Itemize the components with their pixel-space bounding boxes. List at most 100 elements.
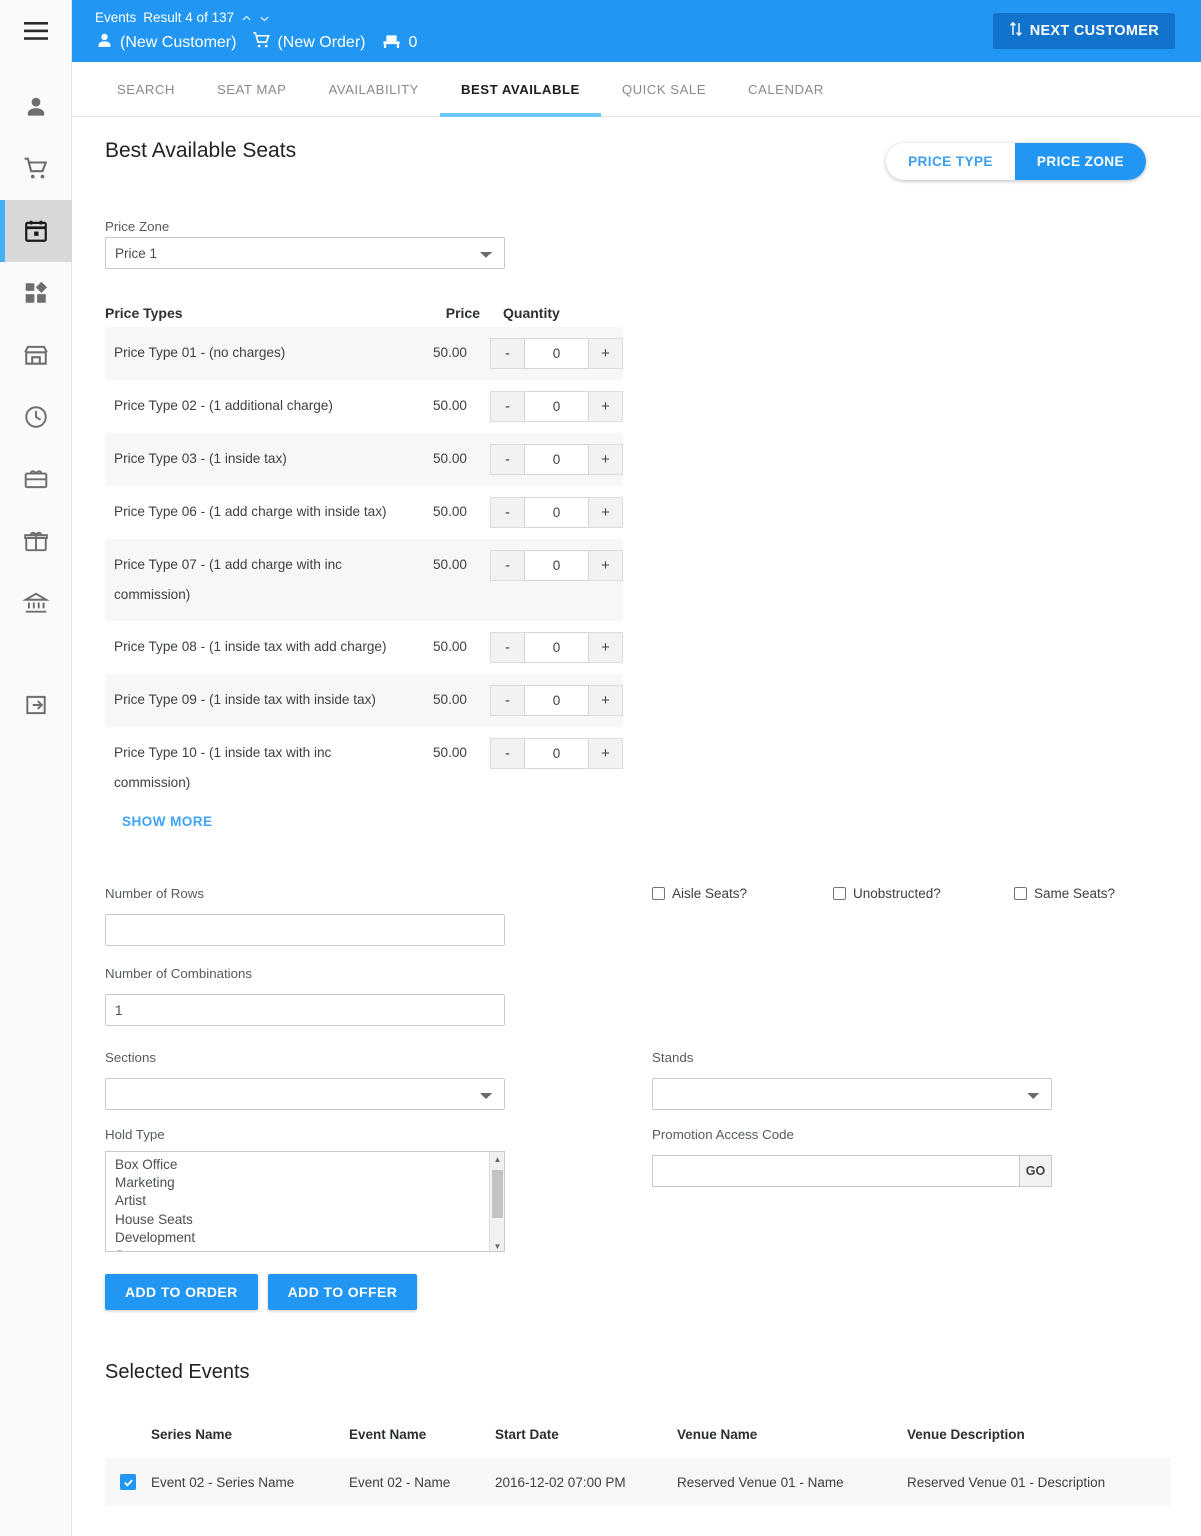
- decrement-button[interactable]: -: [490, 632, 524, 663]
- sections-select[interactable]: [105, 1078, 505, 1110]
- price-types-table: Price Types Price Quantity Price Type 01…: [105, 299, 623, 809]
- promotion-access-code-input[interactable]: [652, 1155, 1019, 1187]
- decrement-button[interactable]: -: [490, 497, 524, 528]
- table-row: Price Type 08 - (1 inside tax with add c…: [105, 621, 623, 674]
- next-result-icon[interactable]: [259, 12, 270, 23]
- cell-start-date: 2016-12-02 07:00 PM: [495, 1474, 626, 1490]
- page-title: Best Available Seats: [105, 139, 297, 162]
- calendar-icon: [23, 218, 49, 244]
- add-to-offer-button[interactable]: ADD TO OFFER: [267, 1274, 418, 1310]
- add-to-order-button[interactable]: ADD TO ORDER: [105, 1274, 258, 1310]
- hold-type-option[interactable]: Marketing: [115, 1174, 504, 1192]
- header-order[interactable]: (New Order): [252, 31, 365, 55]
- hold-type-listbox[interactable]: Box Office Marketing Artist House Seats …: [105, 1151, 505, 1252]
- same-seats-checkbox[interactable]: Same Seats?: [1014, 886, 1115, 901]
- rail-item-events[interactable]: [0, 200, 72, 262]
- rail-item-customer[interactable]: [0, 76, 72, 138]
- price-zone-select[interactable]: Price 1: [105, 237, 505, 269]
- increment-button[interactable]: +: [589, 338, 623, 369]
- rail-item-accounts[interactable]: [0, 572, 72, 634]
- table-row: Price Type 10 - (1 inside tax with inc c…: [105, 727, 623, 809]
- quantity-value[interactable]: 0: [524, 391, 589, 422]
- rail-item-logout[interactable]: [0, 674, 72, 736]
- tab-availability[interactable]: AVAILABILITY: [307, 62, 440, 116]
- dashboard-icon: [23, 280, 49, 306]
- decrement-button[interactable]: -: [490, 738, 524, 769]
- stands-select[interactable]: [652, 1078, 1052, 1110]
- quantity-value[interactable]: 0: [524, 497, 589, 528]
- increment-button[interactable]: +: [589, 391, 623, 422]
- price-type-name: Price Type 10 - (1 inside tax with inc c…: [114, 745, 332, 790]
- previous-result-icon[interactable]: [241, 12, 252, 23]
- price-type-toggle-button[interactable]: PRICE TYPE: [886, 143, 1015, 180]
- rail-item-history[interactable]: [0, 386, 72, 448]
- decrement-button[interactable]: -: [490, 444, 524, 475]
- quantity-value[interactable]: 0: [524, 632, 589, 663]
- decrement-button[interactable]: -: [490, 685, 524, 716]
- table-row: Price Type 03 - (1 inside tax) 50.00 - 0…: [105, 433, 623, 486]
- increment-button[interactable]: +: [589, 685, 623, 716]
- price-type-price: 50.00: [432, 639, 467, 654]
- price-zone-toggle-button[interactable]: PRICE ZONE: [1014, 143, 1146, 180]
- column-header-select: [105, 1427, 151, 1442]
- decrement-button[interactable]: -: [490, 391, 524, 422]
- exit-icon: [23, 692, 49, 718]
- next-customer-button[interactable]: NEXT CUSTOMER: [992, 13, 1175, 49]
- table-row: Event 02 - Series Name Event 02 - Name 2…: [105, 1458, 1171, 1506]
- increment-button[interactable]: +: [589, 550, 623, 581]
- scroll-down-icon[interactable]: ▼: [490, 1239, 504, 1251]
- decrement-button[interactable]: -: [490, 338, 524, 369]
- hold-type-option[interactable]: Artist: [115, 1192, 504, 1210]
- column-header-series-name: Series Name: [151, 1427, 233, 1442]
- rail-item-gifts[interactable]: [0, 510, 72, 572]
- increment-button[interactable]: +: [589, 497, 623, 528]
- shopping-cart-icon: [23, 156, 49, 182]
- number-of-combinations-input[interactable]: [105, 994, 505, 1026]
- quantity-value[interactable]: 0: [524, 685, 589, 716]
- menu-button[interactable]: [0, 0, 72, 62]
- clock-icon: [23, 404, 49, 430]
- quantity-value[interactable]: 0: [524, 444, 589, 475]
- rail-item-vouchers[interactable]: [0, 448, 72, 510]
- tab-calendar[interactable]: CALENDAR: [727, 62, 845, 116]
- row-select-cell: [105, 1474, 151, 1490]
- checkbox-icon: [652, 887, 665, 900]
- number-of-rows-input[interactable]: [105, 914, 505, 946]
- increment-button[interactable]: +: [589, 444, 623, 475]
- quantity-stepper: - 0 +: [467, 338, 623, 369]
- aisle-seats-checkbox[interactable]: Aisle Seats?: [652, 886, 833, 901]
- increment-button[interactable]: +: [589, 632, 623, 663]
- table-row: Price Type 02 - (1 additional charge) 50…: [105, 380, 623, 433]
- quantity-value[interactable]: 0: [524, 738, 589, 769]
- scrollbar-thumb[interactable]: [492, 1170, 503, 1218]
- quantity-value[interactable]: 0: [524, 338, 589, 369]
- decrement-button[interactable]: -: [490, 550, 524, 581]
- tab-seat-map[interactable]: SEAT MAP: [196, 62, 307, 116]
- hold-type-option[interactable]: House Seats: [115, 1211, 504, 1229]
- row-checkbox[interactable]: [120, 1474, 136, 1490]
- table-row: Price Type 06 - (1 add charge with insid…: [105, 486, 623, 539]
- price-zone-label: Price Zone: [105, 219, 170, 234]
- hold-type-scrollbar[interactable]: ▲ ▼: [489, 1152, 504, 1251]
- price-type-price: 50.00: [432, 692, 467, 707]
- unobstructed-checkbox[interactable]: Unobstructed?: [833, 886, 1014, 901]
- number-of-combinations-label: Number of Combinations: [105, 966, 253, 981]
- rail-item-packages[interactable]: [0, 262, 72, 324]
- scroll-up-icon[interactable]: ▲: [490, 1152, 504, 1166]
- show-more-link[interactable]: SHOW MORE: [122, 814, 212, 829]
- tab-quick-sale[interactable]: QUICK SALE: [601, 62, 727, 116]
- promotion-access-code-group: GO: [652, 1155, 1052, 1187]
- header-customer-label: (New Customer): [120, 34, 237, 51]
- promotion-go-button[interactable]: GO: [1019, 1155, 1052, 1187]
- hold-type-option[interactable]: Sponsor: [115, 1247, 504, 1251]
- tab-search[interactable]: SEARCH: [96, 62, 196, 116]
- tab-best-available[interactable]: BEST AVAILABLE: [439, 62, 601, 117]
- increment-button[interactable]: +: [589, 738, 623, 769]
- quantity-value[interactable]: 0: [524, 550, 589, 581]
- rail-item-store[interactable]: [0, 324, 72, 386]
- header-seats[interactable]: 0: [381, 31, 417, 55]
- header-customer[interactable]: (New Customer): [95, 31, 236, 55]
- hold-type-option[interactable]: Development: [115, 1229, 504, 1247]
- hold-type-option[interactable]: Box Office: [115, 1156, 504, 1174]
- rail-item-cart[interactable]: [0, 138, 72, 200]
